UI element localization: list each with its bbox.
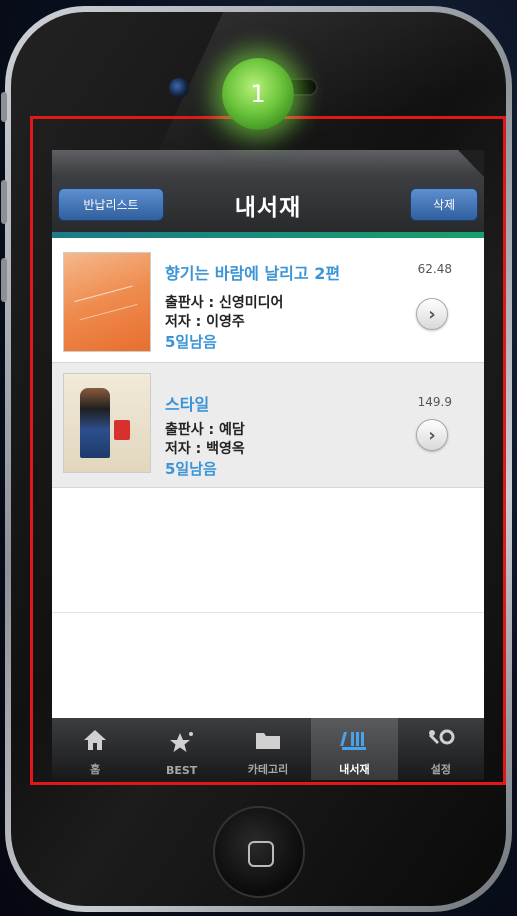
volume-down-button	[1, 258, 7, 302]
chevron-right-icon[interactable]: ›	[416, 298, 448, 330]
cover-figure	[80, 388, 110, 458]
navigation-bar: 반납리스트 내서재 삭제	[52, 177, 484, 232]
page-title: 내서재	[234, 194, 302, 221]
chevron-right-icon[interactable]: ›	[416, 419, 448, 451]
book-days-left: 5일남음	[165, 460, 217, 478]
tab-label: 카테고리	[247, 763, 289, 776]
book-file-size: 149.9	[417, 395, 452, 409]
empty-list-row	[52, 488, 484, 613]
tab-home[interactable]: 홈	[52, 718, 138, 780]
folder-icon	[254, 727, 282, 753]
mute-switch	[1, 92, 7, 122]
tab-bar: 홈 BEST 카테고리 내서재 설정	[52, 718, 484, 780]
star-icon	[168, 730, 196, 756]
book-list: 향기는 바람에 날리고 2편 출판사 : 신영미디어 저자 : 이영주 5일남음…	[52, 238, 484, 613]
tab-settings[interactable]: 설정	[398, 718, 484, 780]
tab-my-library[interactable]: 내서재	[311, 718, 398, 780]
volume-up-button	[1, 180, 7, 224]
tab-category[interactable]: 카테고리	[225, 718, 311, 780]
front-camera	[169, 78, 189, 98]
cover-bag	[114, 420, 130, 440]
home-icon	[81, 727, 109, 753]
book-cover-image	[63, 252, 151, 352]
wrench-icon	[427, 727, 455, 753]
status-bar	[52, 150, 484, 177]
tab-label: BEST	[165, 764, 198, 777]
step-number-badge: 1	[222, 58, 294, 130]
tab-label: 내서재	[339, 763, 370, 776]
book-cover-image	[63, 373, 151, 473]
home-button[interactable]	[213, 806, 305, 898]
book-author: 저자 : 백영옥	[165, 441, 245, 457]
tab-label: 홈	[90, 763, 101, 776]
tab-label: 설정	[430, 763, 451, 776]
book-publisher: 출판사 : 예담	[165, 422, 245, 438]
book-publisher: 출판사 : 신영미디어	[165, 295, 284, 311]
list-item[interactable]: 스타일 출판사 : 예담 저자 : 백영옥 5일남음 149.9 ›	[52, 363, 484, 488]
app-screen: 반납리스트 내서재 삭제 향기는 바람에 날리고 2편 출판사 : 신영미디어 …	[52, 150, 484, 780]
delete-button[interactable]: 삭제	[410, 188, 478, 221]
book-author: 저자 : 이영주	[165, 314, 245, 330]
return-list-button[interactable]: 반납리스트	[58, 188, 164, 221]
book-title[interactable]: 향기는 바람에 날리고 2편	[165, 260, 340, 284]
book-title[interactable]: 스타일	[165, 391, 209, 415]
home-square-icon	[248, 841, 274, 867]
cover-decoration	[74, 285, 138, 321]
list-item[interactable]: 향기는 바람에 날리고 2편 출판사 : 신영미디어 저자 : 이영주 5일남음…	[52, 238, 484, 363]
tab-best[interactable]: BEST	[138, 718, 224, 780]
book-file-size: 62.48	[417, 262, 452, 276]
book-days-left: 5일남음	[165, 333, 217, 351]
bookshelf-icon	[340, 727, 368, 753]
